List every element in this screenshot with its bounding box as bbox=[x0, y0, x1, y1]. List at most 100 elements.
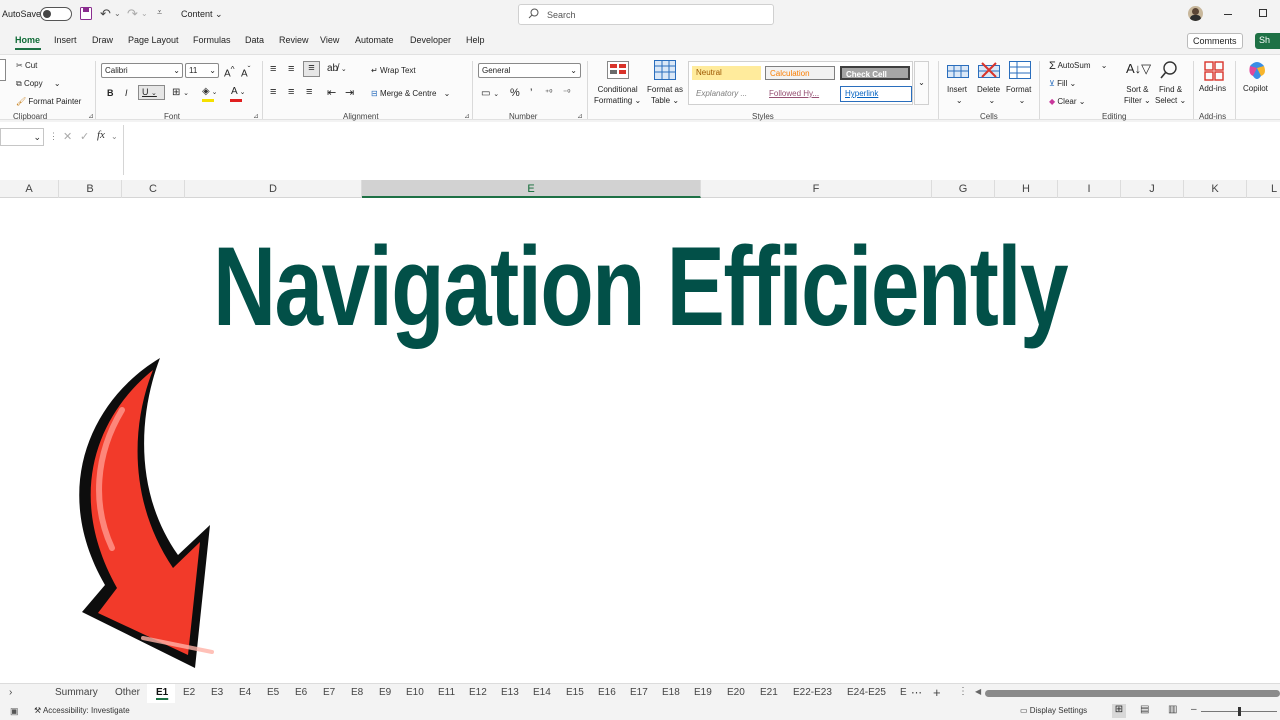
document-name[interactable]: Content ⌄ bbox=[181, 9, 223, 20]
autosave-toggle[interactable] bbox=[40, 7, 72, 21]
fill-button[interactable]: ⊻ Fill ⌄ bbox=[1049, 79, 1076, 88]
column-header-i[interactable]: I bbox=[1058, 180, 1121, 198]
font-launcher-icon[interactable]: ⊿ bbox=[253, 112, 259, 120]
align-middle-icon[interactable]: ≡ bbox=[288, 63, 294, 75]
more-sheets-icon[interactable]: ⋯ bbox=[911, 686, 922, 699]
undo-icon[interactable]: ↶ bbox=[100, 6, 111, 22]
sheet-tab[interactable]: E24-E25 bbox=[847, 687, 886, 698]
tab-data[interactable]: Data bbox=[245, 35, 264, 45]
normal-view-icon[interactable]: ⊞ bbox=[1112, 704, 1126, 718]
splitter-icon[interactable]: ⋮ bbox=[958, 686, 968, 697]
shrink-font-icon[interactable]: Aˇ bbox=[241, 64, 250, 79]
insert-cells-button[interactable]: Insert ⌄ bbox=[947, 84, 967, 106]
sheet-tab-active[interactable]: E1 bbox=[156, 687, 168, 698]
copilot-button[interactable]: Copilot bbox=[1243, 84, 1268, 93]
tab-developer[interactable]: Developer bbox=[410, 35, 451, 45]
sheet-tab[interactable]: E21 bbox=[760, 687, 778, 698]
italic-button[interactable]: I bbox=[125, 88, 128, 98]
tab-page-layout[interactable]: Page Layout bbox=[128, 35, 179, 45]
alignment-launcher-icon[interactable]: ⊿ bbox=[464, 112, 470, 120]
style-check-cell[interactable]: Check Cell bbox=[840, 66, 910, 80]
sheet-tab[interactable]: E4 bbox=[239, 687, 251, 698]
align-left-icon[interactable]: ≡ bbox=[270, 86, 276, 98]
wrap-text-button[interactable]: ↵ Wrap Text bbox=[371, 66, 416, 75]
style-hyperlink[interactable]: Hyperlink bbox=[840, 86, 912, 102]
tab-home[interactable]: Home bbox=[15, 35, 40, 45]
comments-button[interactable]: Comments bbox=[1187, 33, 1243, 49]
sheet-tab[interactable]: E3 bbox=[211, 687, 223, 698]
display-settings-button[interactable]: ▭ Display Settings bbox=[1020, 706, 1087, 715]
sheet-tab[interactable]: Summary bbox=[55, 687, 98, 698]
save-icon[interactable] bbox=[80, 7, 92, 22]
sheet-tab[interactable]: Other bbox=[115, 687, 140, 698]
sheet-tab[interactable]: E6 bbox=[295, 687, 307, 698]
tab-help[interactable]: Help bbox=[466, 35, 485, 45]
underline-button[interactable]: U ⌄ bbox=[138, 85, 165, 100]
align-top-icon[interactable]: ≡ bbox=[270, 63, 276, 75]
redo-icon[interactable]: ↷ bbox=[127, 6, 138, 22]
align-bottom-icon[interactable]: ≡ bbox=[303, 61, 320, 77]
zoom-slider-thumb[interactable] bbox=[1238, 707, 1241, 716]
tab-automate[interactable]: Automate bbox=[355, 35, 394, 45]
conditional-formatting-button[interactable]: Conditional Formatting ⌄ bbox=[594, 84, 641, 106]
accessibility-status[interactable]: ⚒ Accessibility: Investigate bbox=[34, 706, 130, 715]
tab-review[interactable]: Review bbox=[279, 35, 309, 45]
sheet-tab[interactable]: E13 bbox=[501, 687, 519, 698]
format-as-table-button[interactable]: Format as Table ⌄ bbox=[647, 84, 683, 106]
number-format-select[interactable]: General ⌄ bbox=[478, 63, 581, 78]
scroll-sheets-icon[interactable]: › bbox=[9, 687, 12, 698]
sheet-tab[interactable]: E18 bbox=[662, 687, 680, 698]
sheet-tab[interactable]: E14 bbox=[533, 687, 551, 698]
minimize-icon[interactable] bbox=[1224, 14, 1232, 15]
share-button[interactable]: Sh bbox=[1255, 33, 1280, 49]
column-header-l[interactable]: L bbox=[1247, 180, 1280, 198]
find-select-button[interactable]: Find & Select ⌄ bbox=[1155, 84, 1186, 106]
align-center-icon[interactable]: ≡ bbox=[288, 86, 294, 98]
fx-dropdown-icon[interactable]: ⌄ bbox=[111, 132, 118, 141]
enter-icon[interactable]: ✓ bbox=[80, 130, 89, 143]
style-explanatory[interactable]: Explanatory ... bbox=[692, 87, 761, 101]
tab-insert[interactable]: Insert bbox=[54, 35, 77, 45]
increase-indent-icon[interactable]: ⇥ bbox=[345, 86, 354, 99]
decrease-indent-icon[interactable]: ⇤ bbox=[327, 86, 336, 99]
font-size-select[interactable]: 11 ⌄ bbox=[185, 63, 219, 78]
insert-function-icon[interactable]: fx bbox=[97, 129, 105, 141]
sheet-tab[interactable]: E9 bbox=[379, 687, 391, 698]
column-header-a[interactable]: A bbox=[0, 180, 59, 198]
tab-formulas[interactable]: Formulas bbox=[193, 35, 231, 45]
formula-input[interactable] bbox=[123, 125, 1280, 175]
column-header-c[interactable]: C bbox=[122, 180, 185, 198]
column-header-h[interactable]: H bbox=[995, 180, 1058, 198]
undo-dropdown-icon[interactable]: ⌄ bbox=[114, 9, 121, 18]
column-header-e[interactable]: E bbox=[362, 180, 701, 198]
orientation-icon[interactable]: ab̸ ⌄ bbox=[327, 63, 347, 74]
increase-decimal-icon[interactable]: ⁺⁰ bbox=[545, 88, 552, 97]
horizontal-scrollbar[interactable] bbox=[985, 690, 1280, 697]
page-layout-view-icon[interactable]: ▤ bbox=[1140, 704, 1149, 715]
sheet-tab[interactable]: E2 bbox=[183, 687, 195, 698]
clear-button[interactable]: ◆ Clear ⌄ bbox=[1049, 97, 1085, 106]
delete-cells-button[interactable]: Delete ⌄ bbox=[977, 84, 1000, 106]
comma-style-icon[interactable]: ’ bbox=[530, 87, 532, 99]
style-calculation[interactable]: Calculation bbox=[765, 66, 835, 80]
restore-icon[interactable] bbox=[1259, 9, 1267, 17]
cut-button[interactable]: ✂ Cut bbox=[16, 61, 37, 70]
column-header-j[interactable]: J bbox=[1121, 180, 1184, 198]
styles-more-icon[interactable]: ⌄ bbox=[914, 61, 929, 105]
bold-button[interactable]: B bbox=[107, 88, 114, 98]
grow-font-icon[interactable]: A^ bbox=[224, 64, 235, 79]
column-header-g[interactable]: G bbox=[932, 180, 995, 198]
merge-centre-button[interactable]: ⊟ Merge & Centre ⌄ bbox=[371, 89, 450, 98]
sheet-tab[interactable]: E11 bbox=[438, 687, 455, 698]
page-break-view-icon[interactable]: ▥ bbox=[1168, 704, 1177, 715]
column-header-d[interactable]: D bbox=[185, 180, 362, 198]
customize-toolbar-icon[interactable]: ⩡ bbox=[157, 7, 162, 18]
cancel-icon[interactable]: ✕ bbox=[63, 130, 72, 143]
column-header-k[interactable]: K bbox=[1184, 180, 1247, 198]
search-box[interactable]: Search bbox=[518, 4, 774, 25]
sheet-tab[interactable]: E22-E23 bbox=[793, 687, 832, 698]
autosum-button[interactable]: Σ AutoSum ⌄ bbox=[1049, 60, 1107, 72]
sheet-tab[interactable]: E16 bbox=[598, 687, 616, 698]
add-ins-button[interactable]: Add-ins bbox=[1199, 84, 1226, 93]
sheet-tab[interactable]: E7 bbox=[323, 687, 335, 698]
